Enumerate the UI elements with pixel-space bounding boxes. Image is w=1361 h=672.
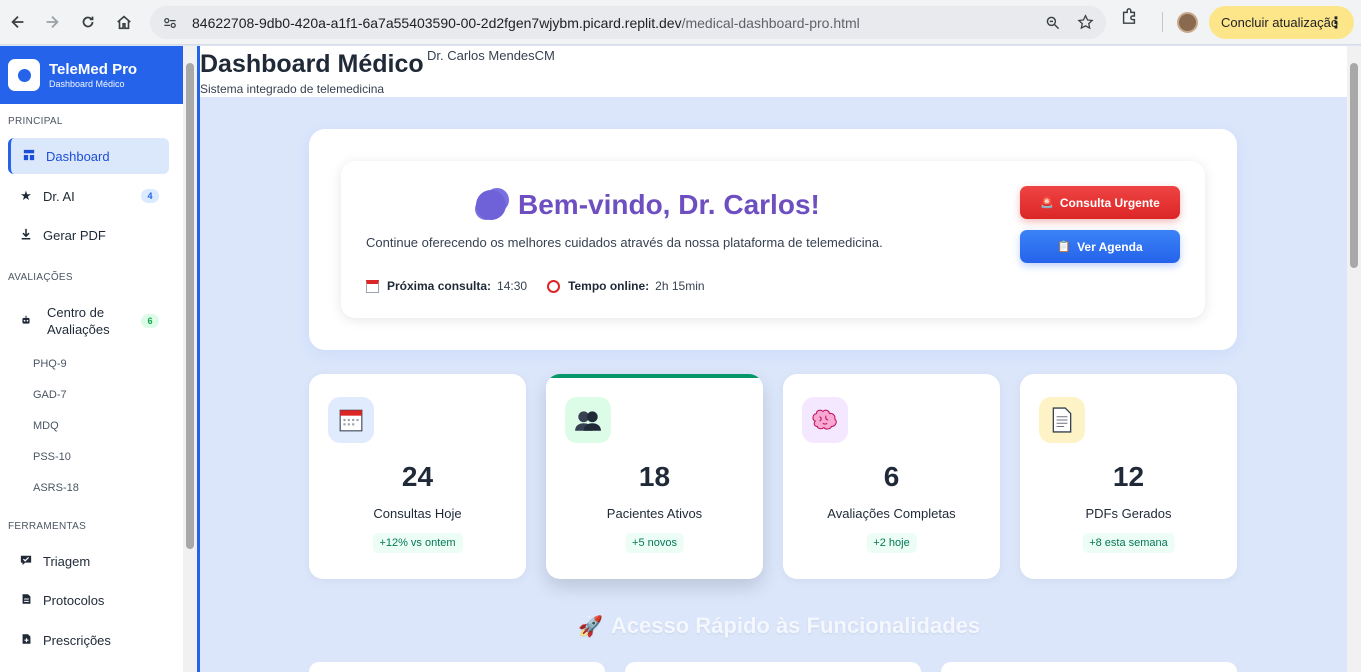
bookmark-star-icon[interactable] [1077,14,1094,31]
section-principal: PRINCIPAL [8,116,63,127]
sidebar-subitem-pss10[interactable]: PSS-10 [33,451,71,463]
stat-value: 12 [1112,461,1145,492]
update-button[interactable]: Concluir atualização ⋮ [1209,6,1354,39]
sidebar-item-label: Dr. AI [43,188,75,204]
stat-label: PDFs Gerados [1085,506,1172,521]
sidebar-subitem-mdq[interactable]: MDQ [33,420,59,432]
urgent-consult-button[interactable]: 🚨 Consulta Urgente [1020,186,1180,219]
stat-value: 18 [638,461,671,492]
stat-trend-badge: +2 hoje [866,533,917,553]
stat-value: 6 [883,461,900,492]
browser-toolbar: 84622708-9db0-420a-a1f1-6a7a55403590-00-… [0,0,1361,45]
clipboard-icon: 📋 [1057,241,1072,253]
home-icon[interactable] [108,6,140,38]
stat-card-consultas[interactable]: 24 Consultas Hoje +12% vs ontem [309,374,526,579]
page-scrollbar-thumb[interactable] [1350,63,1358,268]
main-divider [197,46,200,672]
dashboard-icon [21,149,37,164]
sidebar-item-triagem[interactable]: Triagem [8,543,169,579]
count-badge: 6 [141,314,159,328]
robot-icon [18,315,34,328]
sidebar-item-label: Gerar PDF [43,227,106,243]
toolbar-separator [1162,12,1163,32]
sidebar-subitem-phq9[interactable]: PHQ-9 [33,358,67,370]
stat-trend-badge: +8 esta semana [1082,533,1175,553]
brand-logo-icon [8,59,40,91]
view-agenda-button[interactable]: 📋 Ver Agenda [1020,230,1180,263]
sidebar-item-label: Centro de Avaliações [47,305,110,337]
siren-icon: 🚨 [1040,197,1054,209]
page-header: Dashboard Médico Dr. Carlos MendesCM Sis… [200,46,1347,97]
stat-value: 24 [401,461,434,492]
count-badge: 4 [141,189,159,203]
sidebar-subitem-gad7[interactable]: GAD-7 [33,389,67,401]
quick-access-card[interactable] [309,662,605,672]
reload-icon[interactable] [72,6,104,38]
sidebar-item-label: Dashboard [46,148,110,164]
stat-trend-badge: +5 novos [625,533,684,553]
back-icon[interactable] [2,6,34,38]
triage-icon [18,554,34,569]
online-time-value: 2h 15min [655,279,705,293]
prescription-icon [18,633,34,648]
sidebar-item-gerar-pdf[interactable]: Gerar PDF [8,217,169,253]
welcome-card: Bem-vindo, Dr. Carlos! Continue oferecen… [341,161,1205,318]
sidebar-item-protocolos[interactable]: Protocolos [8,582,169,618]
menu-dots-icon[interactable]: ⋮ [1328,13,1344,33]
stat-label: Consultas Hoje [373,506,462,521]
stat-card-pdfs[interactable]: 12 PDFs Gerados +8 esta semana [1020,374,1237,579]
sidebar: TeleMed Pro Dashboard Médico PRINCIPAL D… [0,46,183,672]
doctor-name[interactable]: Dr. Carlos MendesCM [427,48,555,63]
stat-card-pacientes[interactable]: 18 Pacientes Ativos +5 novos [546,374,763,579]
quick-access-heading: 🚀 Acesso Rápido às Funcionalidades [578,613,981,638]
brain-cloud-icon [476,190,506,220]
sidebar-item-dr-ai[interactable]: ★ Dr. AI 4 [8,178,169,214]
section-ferramentas: FERRAMENTAS [8,521,87,532]
brand[interactable]: TeleMed Pro Dashboard Médico [0,46,183,104]
download-icon [18,228,34,243]
calendar-icon [366,279,379,293]
page-title: Dashboard Médico [200,50,424,78]
address-bar[interactable]: 84622708-9db0-420a-a1f1-6a7a55403590-00-… [150,6,1106,39]
rocket-icon: 🚀 [578,615,603,638]
url-text: 84622708-9db0-420a-a1f1-6a7a55403590-00-… [192,14,860,31]
star-icon: ★ [20,188,32,203]
welcome-section: Bem-vindo, Dr. Carlos! Continue oferecen… [309,129,1237,350]
page-subtitle: Sistema integrado de telemedicina [200,82,385,96]
stat-card-avaliacoes[interactable]: 6 Avaliações Completas +2 hoje [783,374,1000,579]
brain-icon [802,397,848,443]
next-consult-label: Próxima consulta: [387,279,492,293]
welcome-meta: Próxima consulta: 14:30 Tempo online: 2h… [366,279,705,293]
quick-access-card[interactable] [941,662,1237,672]
users-icon [565,397,611,443]
profile-avatar[interactable] [1177,12,1198,33]
stat-label: Pacientes Ativos [606,506,703,521]
welcome-title: Bem-vindo, Dr. Carlos! [476,189,820,221]
sidebar-item-label: Prescrições [43,632,111,648]
calendar-icon [328,397,374,443]
extensions-icon[interactable] [1120,7,1138,30]
sidebar-item-dashboard[interactable]: Dashboard [8,138,169,174]
quick-access-card[interactable] [625,662,921,672]
brand-subtitle: Dashboard Médico [49,79,125,89]
page-icon [1039,397,1085,443]
sidebar-scrollbar-thumb[interactable] [186,63,194,549]
sidebar-item-centro-avaliacoes[interactable]: Centro de Avaliações 6 [8,299,169,343]
sidebar-subitem-asrs18[interactable]: ASRS-18 [33,482,79,494]
sidebar-item-prescricoes[interactable]: Prescrições [8,622,169,658]
stat-label: Avaliações Completas [827,506,956,521]
alarm-clock-icon [547,279,561,293]
brand-title: TeleMed Pro [49,61,138,78]
zoom-icon[interactable] [1045,15,1061,31]
next-consult-value: 14:30 [497,279,528,293]
section-avaliacoes: AVALIAÇÕES [8,272,73,283]
welcome-description: Continue oferecendo os melhores cuidados… [366,235,883,250]
document-icon [18,593,34,608]
site-info-icon[interactable] [162,15,178,31]
sidebar-item-label: Triagem [43,553,91,569]
sidebar-item-label: Protocolos [43,592,105,608]
forward-icon[interactable] [36,6,68,38]
online-time-label: Tempo online: [568,279,650,293]
stat-trend-badge: +12% vs ontem [372,533,463,553]
